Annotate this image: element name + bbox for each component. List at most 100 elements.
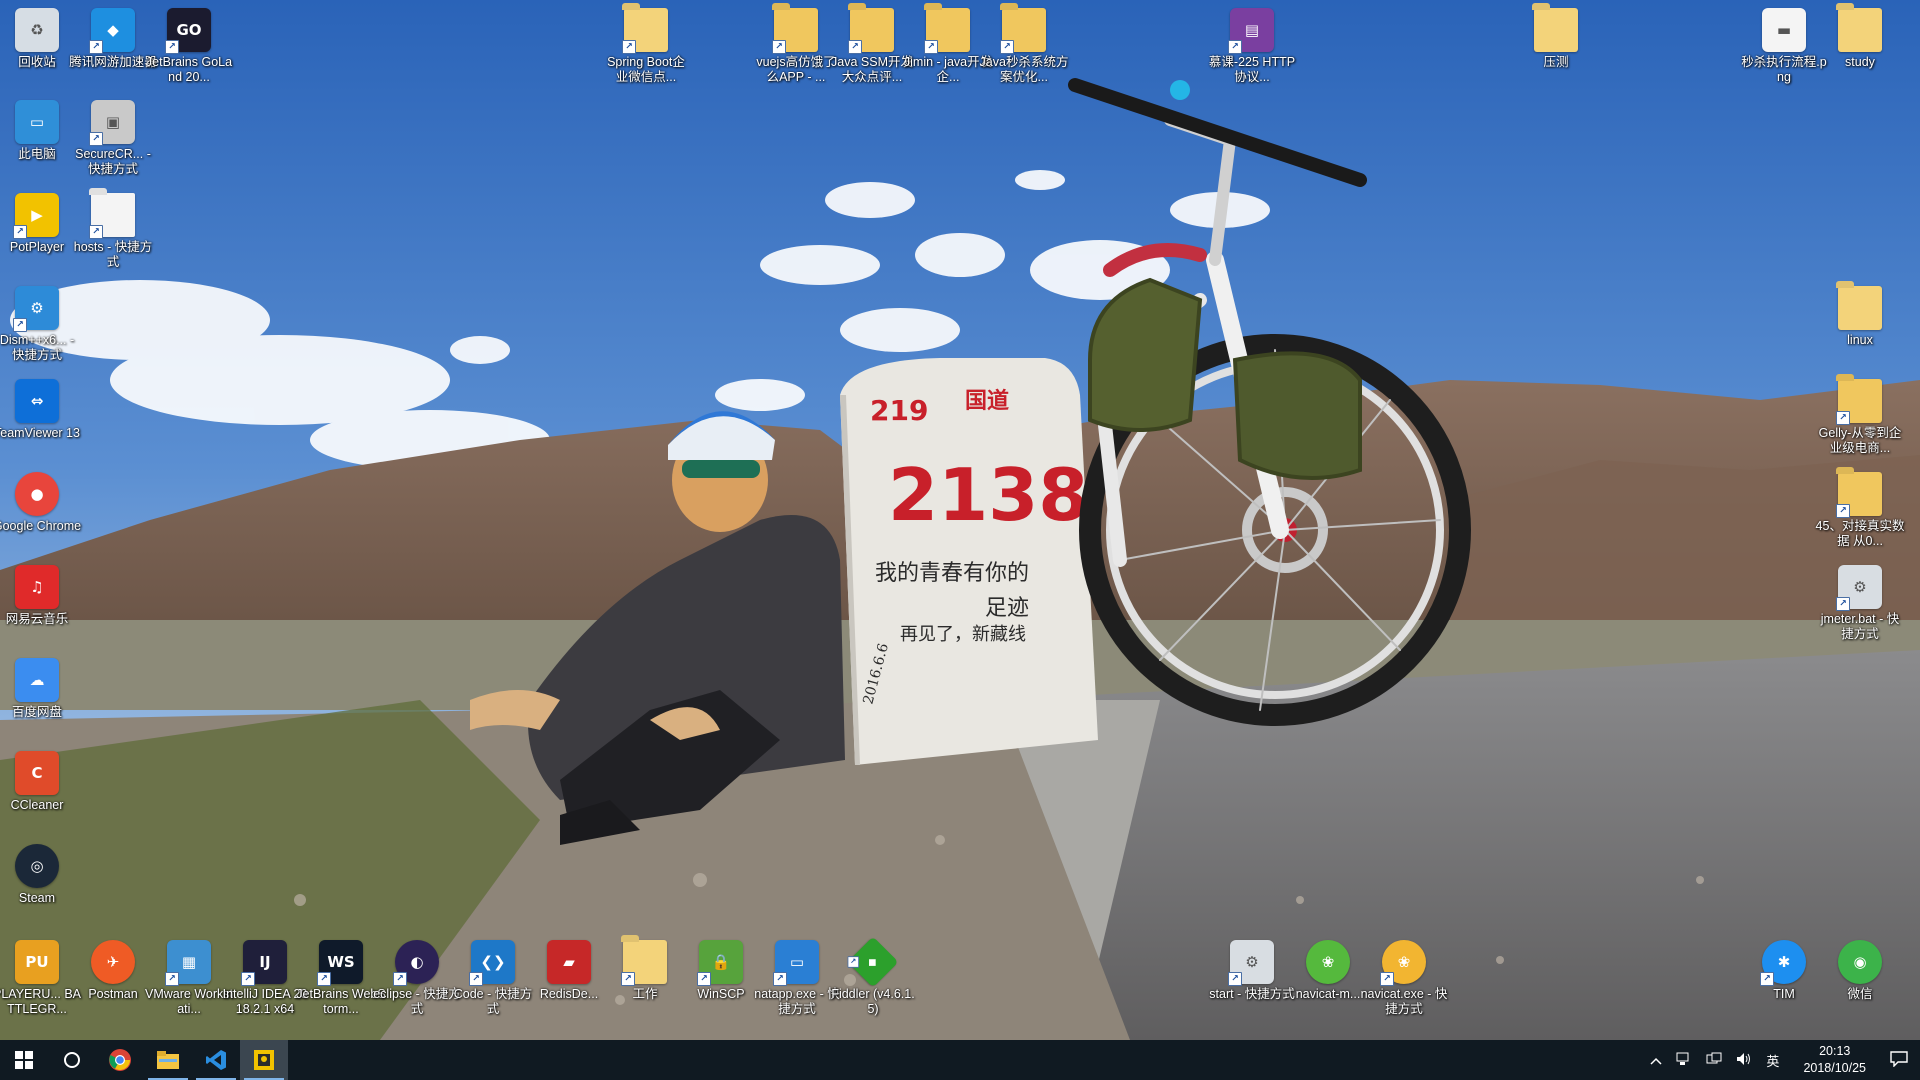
icon-label: Google Chrome bbox=[0, 519, 82, 533]
taskbar-image-viewer[interactable] bbox=[240, 1040, 288, 1080]
navicat-exe-shortcut[interactable]: ❀ ↗ navicat.exe - 快捷方式 bbox=[1361, 940, 1447, 1017]
postman-shortcut[interactable]: ✈ Postman bbox=[75, 940, 151, 1002]
winscp-shortcut[interactable]: 🔒 ↗ WinSCP bbox=[683, 940, 759, 1002]
steam-shortcut[interactable]: ◎ Steam bbox=[0, 844, 75, 906]
clock[interactable]: 20:13 2018/10/25 bbox=[1796, 1043, 1873, 1077]
icon-label: SecureCR... - 快捷方式 bbox=[75, 147, 151, 176]
baidu-netdisk-shortcut[interactable]: ☁ 百度网盘 bbox=[0, 658, 75, 720]
folder-real-data[interactable]: ↗ 45、对接真实数据 从0... bbox=[1816, 472, 1904, 549]
icon-glyph: ▣ bbox=[105, 113, 121, 131]
teamviewer-shortcut[interactable]: ⇔ TeamViewer 13 bbox=[0, 379, 80, 441]
icon-glyph: ◐ bbox=[410, 953, 424, 971]
winrar-icon: ▤ ↗ bbox=[1228, 8, 1274, 54]
seckill-flow-png[interactable]: ▬ 秒杀执行流程.png bbox=[1741, 8, 1827, 85]
icon-glyph: ▭ bbox=[29, 113, 45, 131]
icon-glyph: ▬ bbox=[1776, 21, 1792, 39]
wechat-icon: ◉ bbox=[1838, 940, 1882, 984]
folder-stress-test[interactable]: 压测 bbox=[1518, 8, 1594, 70]
hosts-shortcut[interactable]: ↗ hosts - 快捷方式 bbox=[74, 193, 152, 270]
ime-indicator[interactable]: 英 bbox=[1766, 1051, 1779, 1070]
this-pc-icon: ▭ bbox=[15, 100, 59, 144]
taskbar-vscode[interactable] bbox=[192, 1040, 240, 1080]
action-center-button[interactable] bbox=[1890, 1050, 1908, 1070]
navicat-m-shortcut[interactable]: ❀ navicat-m... bbox=[1290, 940, 1366, 1002]
icon-label: hosts - 快捷方式 bbox=[73, 240, 153, 269]
redis-desktop-shortcut[interactable]: ▰ RedisDe... bbox=[531, 940, 607, 1002]
navicat-icon: ❀ ↗ bbox=[1380, 940, 1426, 986]
desktop-wallpaper: 219 国道 2138 我的青春有你的 足迹 再见了，新藏线 2016.6.6 bbox=[0, 0, 1920, 1040]
folder-linux[interactable]: linux bbox=[1822, 286, 1898, 348]
show-hidden-icons-button[interactable] bbox=[1650, 1053, 1662, 1068]
chrome-shortcut[interactable]: ● Google Chrome bbox=[0, 472, 81, 534]
taskbar-file-explorer[interactable] bbox=[144, 1040, 192, 1080]
goland-icon: GO ↗ bbox=[165, 8, 211, 54]
recycle-bin-shortcut[interactable]: ♻ 回收站 bbox=[0, 8, 75, 70]
folder-icon: ↗ bbox=[924, 8, 970, 54]
folder-icon bbox=[1838, 286, 1882, 330]
icon-label: jmeter.bat - 快捷方式 bbox=[1820, 612, 1900, 641]
tray-network-button[interactable] bbox=[1706, 1052, 1722, 1069]
jmeter-shortcut[interactable]: ⚙ ↗ jmeter.bat - 快捷方式 bbox=[1821, 565, 1899, 642]
natapp-icon: ▭ ↗ bbox=[773, 940, 819, 986]
taskbar: 英 20:13 2018/10/25 bbox=[0, 1040, 1920, 1080]
potplayer-shortcut[interactable]: ▶ ↗ PotPlayer bbox=[0, 193, 75, 255]
ccleaner-shortcut[interactable]: C CCleaner bbox=[0, 751, 75, 813]
icon-glyph: ◆ bbox=[107, 21, 119, 39]
taskbar-chrome[interactable] bbox=[96, 1040, 144, 1080]
natapp-shortcut[interactable]: ▭ ↗ natapp.exe - 快捷方式 bbox=[754, 940, 840, 1017]
folder-study[interactable]: study bbox=[1822, 8, 1898, 70]
vmware-shortcut[interactable]: ▦ ↗ VMware Workstati... bbox=[145, 940, 233, 1017]
milestone-road: 国道 bbox=[965, 388, 1009, 414]
folder-gelly[interactable]: ↗ Gelly-从零到企业级电商... bbox=[1819, 379, 1901, 456]
icon-glyph: ☁ bbox=[29, 671, 45, 689]
start-shortcut[interactable]: ⚙ ↗ start - 快捷方式 bbox=[1209, 940, 1295, 1002]
icon-glyph: IJ bbox=[259, 953, 271, 971]
vscode-shortcut[interactable]: ❮❯ ↗ Code - 快捷方式 bbox=[454, 940, 532, 1017]
tencent-accelerator-shortcut[interactable]: ◆ ↗ 腾讯网游加速器 bbox=[69, 8, 157, 70]
recycle-bin-icon: ♻ bbox=[15, 8, 59, 52]
icon-glyph: ♻ bbox=[30, 21, 44, 39]
archive-http-course[interactable]: ▤ ↗ 慕课-225 HTTP协议... bbox=[1209, 8, 1295, 85]
chrome-icon bbox=[109, 1049, 131, 1071]
image-file-icon: ▬ bbox=[1762, 8, 1806, 52]
folder-java-ssm[interactable]: ↗ Java SSM开发大众点评... bbox=[831, 8, 913, 85]
eclipse-shortcut[interactable]: ◐ ↗ eclipse - 快捷方式 bbox=[373, 940, 461, 1017]
icon-label: 百度网盘 bbox=[11, 705, 62, 719]
icon-glyph: ▶ bbox=[31, 206, 43, 224]
navicat-icon: ❀ bbox=[1306, 940, 1350, 984]
webstorm-shortcut[interactable]: WS ↗ JetBrains WebStorm... bbox=[296, 940, 386, 1017]
icon-label: Java秒杀系统方案优化... bbox=[979, 55, 1069, 84]
netease-music-icon: ♫ bbox=[15, 565, 59, 609]
image-viewer-icon bbox=[254, 1050, 274, 1070]
tray-device-button[interactable] bbox=[1676, 1052, 1692, 1069]
folder-icon: ↗ bbox=[772, 8, 818, 54]
securecrt-shortcut[interactable]: ▣ ↗ SecureCR... - 快捷方式 bbox=[75, 100, 151, 177]
icon-label: Spring Boot企业微信点... bbox=[607, 55, 685, 84]
fiddler-shortcut[interactable]: ◆ ↗ Fiddler (v4.6.1.5) bbox=[831, 936, 915, 1017]
icon-label: navicat.exe - 快捷方式 bbox=[1360, 987, 1448, 1016]
securecrt-icon: ▣ ↗ bbox=[89, 100, 135, 146]
cortana-icon bbox=[64, 1052, 80, 1068]
goland-shortcut[interactable]: GO ↗ JetBrains GoLand 20... bbox=[146, 8, 232, 85]
tim-shortcut[interactable]: ✱ ↗ TIM bbox=[1746, 940, 1822, 1002]
netease-music-shortcut[interactable]: ♫ 网易云音乐 bbox=[0, 565, 75, 627]
chrome-icon: ● bbox=[15, 472, 59, 516]
icon-glyph: PU bbox=[25, 953, 49, 971]
folder-icon bbox=[1838, 8, 1882, 52]
pubg-shortcut[interactable]: PU PLAYERU... BATTLEGR... bbox=[0, 940, 81, 1017]
folder-jimin[interactable]: ↗ Jimin - java开发企... bbox=[904, 8, 992, 85]
folder-spring-boot[interactable]: ↗ Spring Boot企业微信点... bbox=[607, 8, 685, 85]
wechat-shortcut[interactable]: ◉ 微信 bbox=[1822, 940, 1898, 1002]
folder-java-seckill[interactable]: ↗ Java秒杀系统方案优化... bbox=[980, 8, 1068, 85]
intellij-shortcut[interactable]: IJ ↗ IntelliJ IDEA 2018.2.1 x64 bbox=[223, 940, 307, 1017]
tray-volume-button[interactable] bbox=[1736, 1052, 1752, 1069]
folder-vuejs[interactable]: ↗ vuejs高仿饿了么APP - ... bbox=[756, 8, 836, 85]
dism-shortcut[interactable]: ⚙ ↗ Dism++x6... - 快捷方式 bbox=[0, 286, 75, 363]
dism-icon: ⚙ ↗ bbox=[13, 286, 59, 332]
this-pc-shortcut[interactable]: ▭ 此电脑 bbox=[0, 100, 75, 162]
cortana-button[interactable] bbox=[48, 1040, 96, 1080]
folder-work[interactable]: ↗ 工作 bbox=[607, 940, 683, 1002]
start-button[interactable] bbox=[0, 1040, 48, 1080]
clock-time: 20:13 bbox=[1819, 1044, 1851, 1058]
icon-glyph: ⚙ bbox=[1853, 578, 1867, 596]
